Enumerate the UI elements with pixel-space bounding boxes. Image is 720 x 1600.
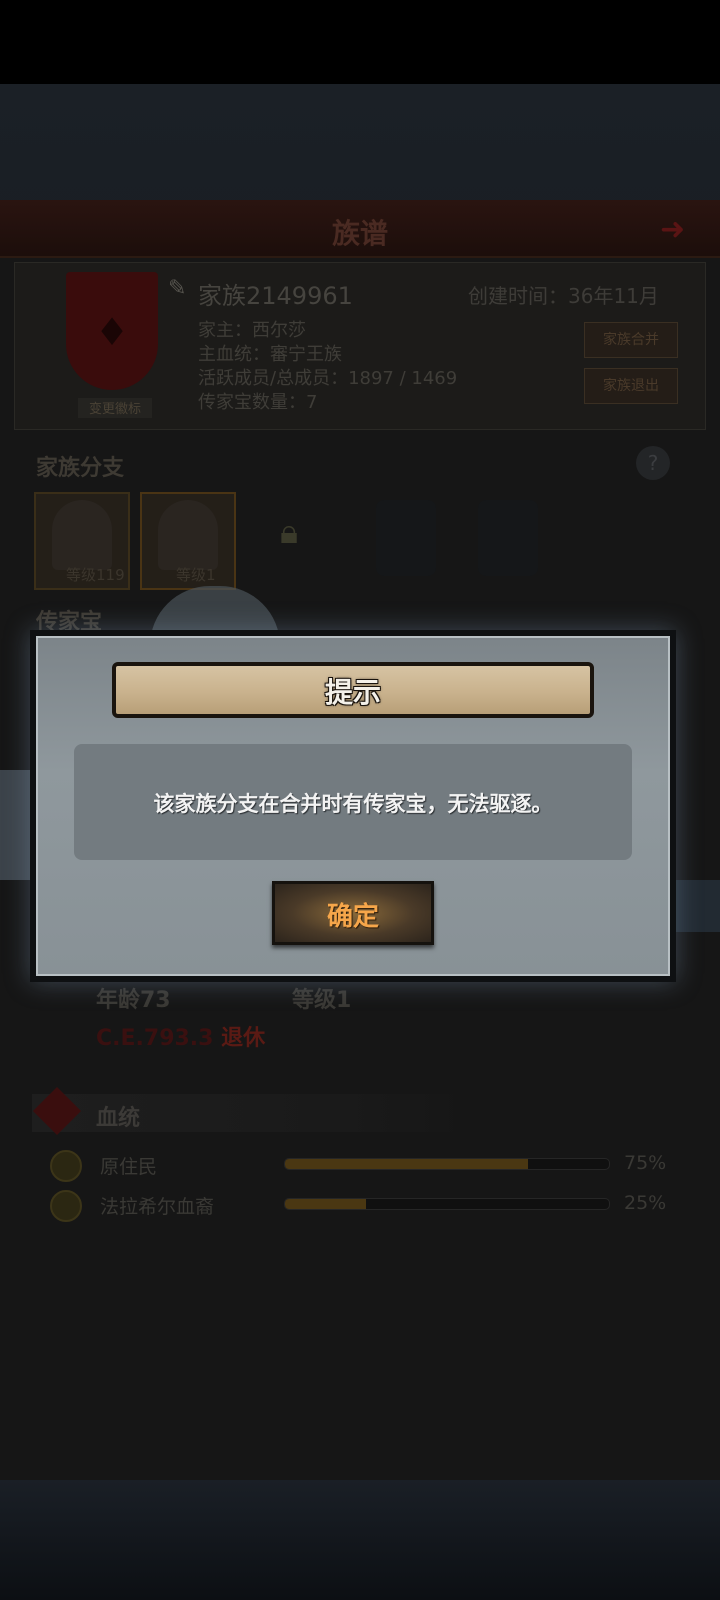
family-name: 家族2149961 [198,282,353,310]
member-level: 等级1 [292,988,352,1013]
member-age: 年龄73 [96,988,171,1013]
dialog-message: 该家族分支在合并时有传家宝，无法驱逐。 [153,792,553,816]
tree-icon [50,1190,82,1222]
branch-portrait-2[interactable]: 等级1 [140,492,236,590]
help-icon[interactable]: ? [636,446,670,480]
branch-portrait-1[interactable]: 等级119 [34,492,130,590]
branch-level: 等级1 [176,566,216,584]
era-date: C.E.793.3 [96,1026,214,1051]
bloodline-name: 法拉希尔血裔 [100,1196,215,1218]
bloodline-bar-fill [285,1199,366,1209]
bottom-area [0,1480,720,1600]
avatar [52,500,112,570]
branch-level: 等级119 [66,566,125,584]
bloodline-label: 血统 [96,1106,141,1131]
side-card [676,880,720,932]
member-status: C.E.793.3 退休 [96,1020,265,1052]
bloodline-percent: 75% [624,1152,667,1174]
retire-status: 退休 [221,1026,266,1051]
bloodline-percent: 25% [624,1192,667,1214]
heirloom-count: 传家宝数量：7 [198,392,318,413]
branches-label: 家族分支 [36,456,125,481]
avatar [158,500,218,570]
empty-slot [376,500,436,576]
family-head: 家主：西尔莎 [198,320,306,341]
side-card [0,770,32,880]
family-merge-button[interactable]: 家族合并 [584,322,678,358]
dialog-title: 提示 [324,676,381,709]
member-count: 活跃成员/总成员：1897 / 1469 [198,368,458,389]
page-title: 族谱 [331,217,388,250]
flame-icon: ♦ [94,310,130,354]
bloodline-bar [284,1198,610,1210]
bloodline-bar-fill [285,1159,528,1169]
family-quit-button[interactable]: 家族退出 [584,368,678,404]
change-crest-button[interactable]: 变更徽标 [78,398,152,418]
leaf-icon [50,1150,82,1182]
back-arrow-icon[interactable]: ➜ [660,212,700,247]
created-time: 创建时间：36年11月 [468,284,659,308]
confirm-button-label[interactable]: 确定 [272,896,434,933]
bloodline-name: 原住民 [100,1156,158,1178]
empty-slot [478,500,538,576]
bloodline-bar [284,1158,610,1170]
edit-pencil-icon[interactable]: ✎ [168,276,194,302]
lock-icon: 🔒︎ [280,512,299,552]
status-bar-area [0,0,720,84]
main-bloodline: 主血统：審宁王族 [198,344,342,365]
